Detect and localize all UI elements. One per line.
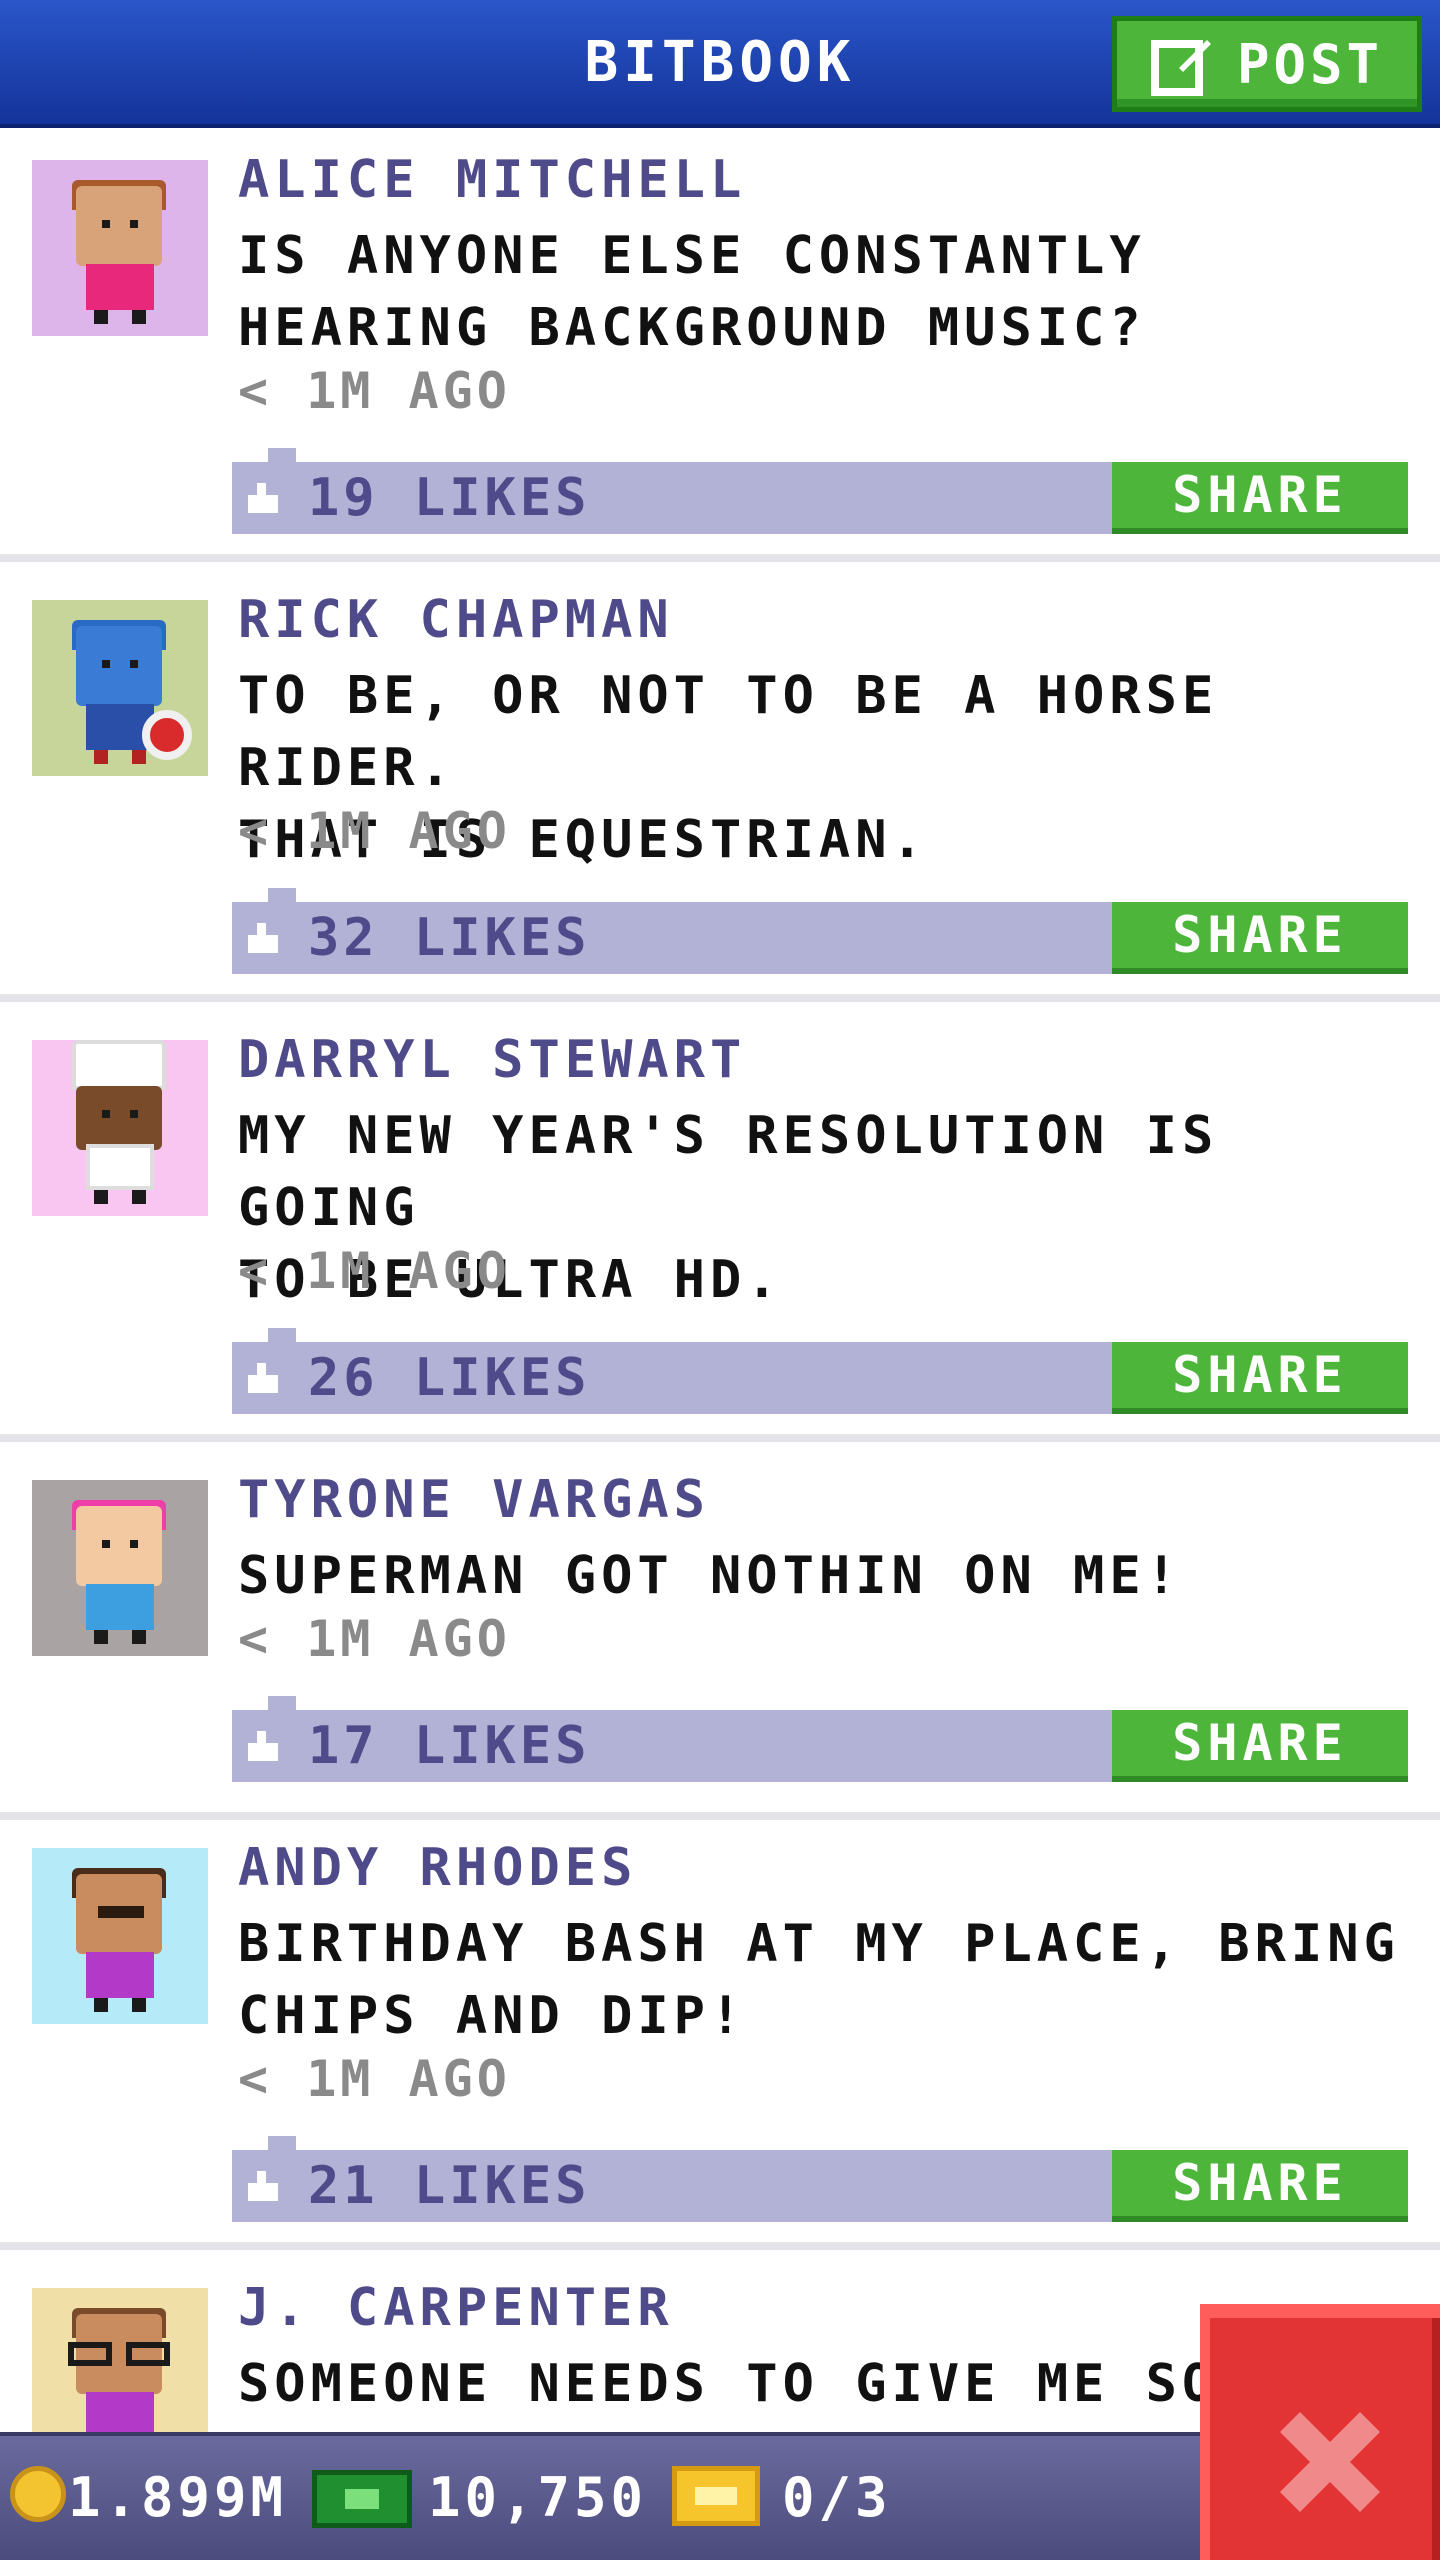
feed-post: TYRONE VARGAS SUPERMAN GOT NOTHIN ON ME!… — [0, 1452, 1440, 1820]
cash-icon — [312, 2470, 412, 2528]
like-count[interactable]: 21 LIKES — [308, 2156, 590, 2216]
like-bar: 17 LIKES SHARE — [232, 1696, 1408, 1782]
like-count[interactable]: 17 LIKES — [308, 1716, 590, 1776]
post-time: < 1M AGO — [238, 1610, 511, 1668]
share-button[interactable]: SHARE — [1112, 1710, 1408, 1782]
share-button[interactable]: SHARE — [1112, 2150, 1408, 2222]
thumbs-up-icon — [248, 483, 278, 513]
post-time: < 1M AGO — [238, 1242, 511, 1300]
feed-post: ANDY RHODES BIRTHDAY BASH AT MY PLACE, B… — [0, 1820, 1440, 2250]
avatar — [32, 600, 208, 776]
post-edit-icon — [1150, 40, 1211, 96]
like-count[interactable]: 19 LIKES — [308, 468, 590, 528]
ticket-count: 0/3 — [782, 2466, 892, 2529]
post-message: SUPERMAN GOT NOTHIN ON ME! — [238, 1546, 1182, 1606]
thumbs-up-icon — [248, 923, 278, 953]
coin-icon — [10, 2466, 66, 2522]
feed-post: ALICE MITCHELL IS ANYONE ELSE CONSTANTLY… — [0, 132, 1440, 562]
thumbs-up-icon — [248, 1363, 278, 1393]
like-bar: 32 LIKES SHARE — [232, 888, 1408, 974]
thumbs-up-icon — [248, 1731, 278, 1761]
thumbs-up-icon — [248, 2171, 278, 2201]
post-author[interactable]: ALICE MITCHELL — [238, 150, 746, 210]
post-button-label: POST — [1236, 32, 1384, 96]
like-bar: 26 LIKES SHARE — [232, 1328, 1408, 1414]
post-author[interactable]: TYRONE VARGAS — [238, 1470, 710, 1530]
post-message: IS ANYONE ELSE CONSTANTLY HEARING BACKGR… — [238, 226, 1146, 358]
post-author[interactable]: RICK CHAPMAN — [238, 590, 674, 650]
avatar — [32, 1848, 208, 2024]
post-time: < 1M AGO — [238, 362, 511, 420]
avatar — [32, 1040, 208, 1216]
top-bar: BITBOOK POST — [0, 0, 1440, 128]
avatar — [32, 160, 208, 336]
like-bar: 21 LIKES SHARE — [232, 2136, 1408, 2222]
post-button[interactable]: POST — [1112, 16, 1422, 112]
coin-count: 1.899M — [68, 2466, 288, 2529]
like-count[interactable]: 26 LIKES — [308, 1348, 590, 1408]
post-message: BIRTHDAY BASH AT MY PLACE, BRING CHIPS A… — [238, 1914, 1400, 2046]
feed-post: DARRYL STEWART MY NEW YEAR'S RESOLUTION … — [0, 1012, 1440, 1442]
share-button[interactable]: SHARE — [1112, 462, 1408, 534]
share-button[interactable]: SHARE — [1112, 1342, 1408, 1414]
close-icon — [1280, 2412, 1380, 2512]
post-time: < 1M AGO — [238, 2050, 511, 2108]
like-bar: 19 LIKES SHARE — [232, 448, 1408, 534]
ticket-icon — [672, 2466, 760, 2526]
avatar — [32, 2288, 208, 2432]
close-button[interactable] — [1200, 2304, 1440, 2560]
post-author[interactable]: ANDY RHODES — [238, 1838, 637, 1898]
feed-post: RICK CHAPMAN TO BE, OR NOT TO BE A HORSE… — [0, 572, 1440, 1002]
avatar — [32, 1480, 208, 1656]
post-author[interactable]: DARRYL STEWART — [238, 1030, 746, 1090]
like-count[interactable]: 32 LIKES — [308, 908, 590, 968]
post-author[interactable]: J. CARPENTER — [238, 2278, 674, 2338]
post-time: < 1M AGO — [238, 802, 511, 860]
cash-count: 10,750 — [428, 2466, 648, 2529]
share-button[interactable]: SHARE — [1112, 902, 1408, 974]
post-message: SOMEONE NEEDS TO GIVE ME SO — [238, 2354, 1219, 2414]
